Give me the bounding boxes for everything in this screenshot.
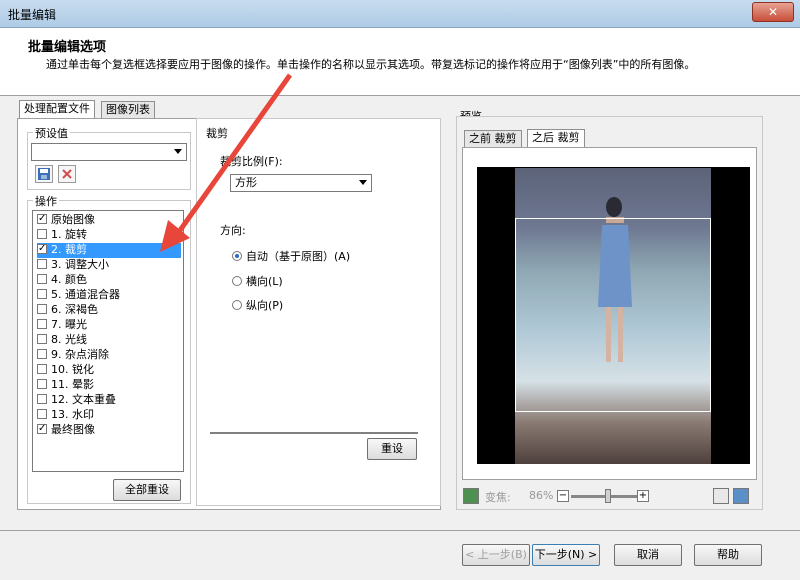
annotation-arrow bbox=[160, 73, 293, 252]
